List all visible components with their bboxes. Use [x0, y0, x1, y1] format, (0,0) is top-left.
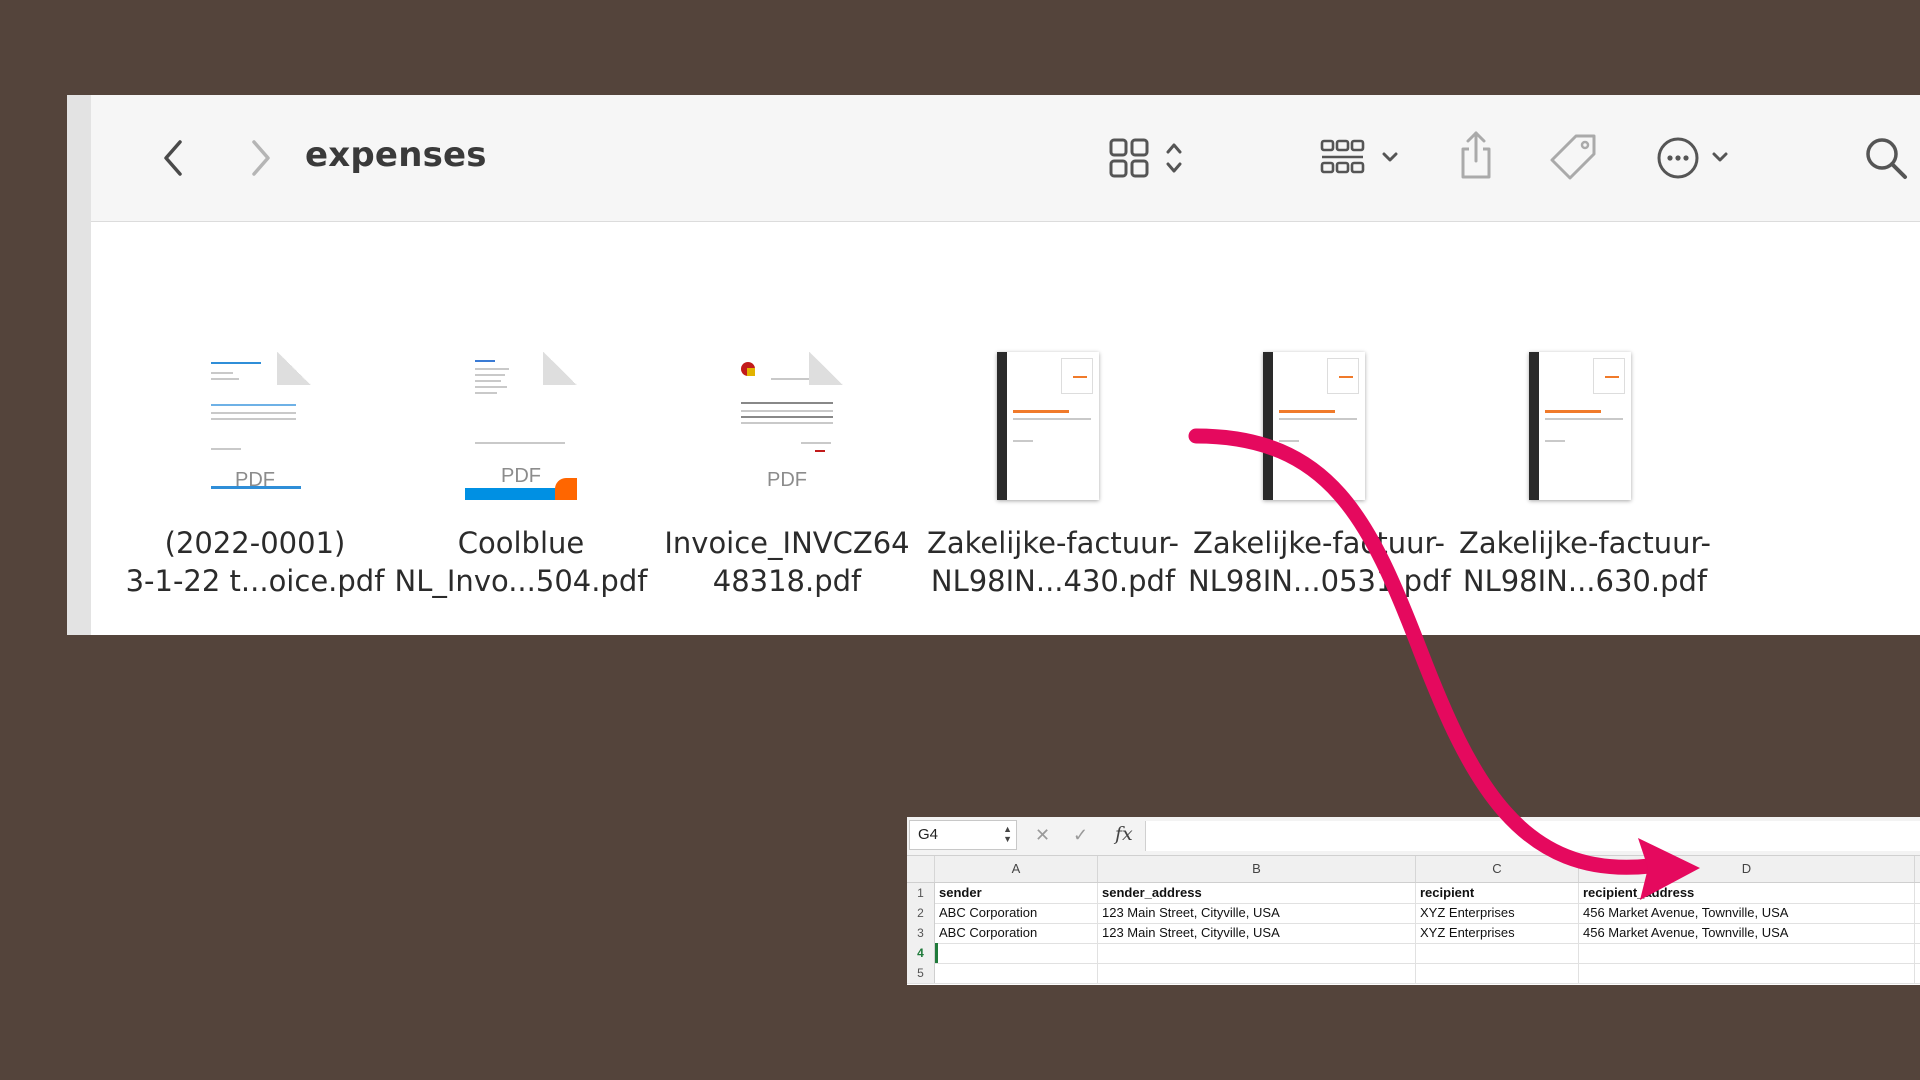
row-header[interactable]: 2	[907, 903, 935, 923]
sheet-cell[interactable]	[935, 963, 1098, 983]
sheet-cell[interactable]: 123 Main Street, Cityville, USA	[1098, 903, 1416, 923]
sheet-cell[interactable]: recipient_address	[1579, 883, 1915, 903]
sheet-cell[interactable]: 456 Market Avenue, Townville, USA	[1579, 923, 1915, 943]
tag-button[interactable]	[1546, 129, 1600, 185]
sheet-cell[interactable]	[1098, 963, 1416, 983]
sheet-cell[interactable]	[1416, 963, 1579, 983]
pdf-thumbnail	[1188, 352, 1450, 502]
x-icon[interactable]: ✕	[1035, 825, 1050, 846]
search-icon	[1866, 138, 1907, 179]
sheet-cell[interactable]	[1098, 943, 1416, 963]
row-header[interactable]: 4	[907, 943, 935, 963]
finder-toolbar: expenses	[91, 95, 1920, 222]
name-box-stepper-icon[interactable]: ▲ ▼	[1003, 824, 1012, 844]
table-row: 5	[907, 963, 1920, 984]
sheet-cell[interactable]	[1579, 963, 1915, 983]
chevron-right-icon	[252, 140, 270, 176]
file-name: Zakelijke-factuur- NL98IN...630.pdf	[1458, 526, 1712, 598]
column-header-b[interactable]: B	[1098, 856, 1416, 882]
search-button[interactable]	[1861, 131, 1911, 185]
file-name: Coolblue NL_Invo...504.pdf	[394, 526, 648, 598]
formula-input[interactable]	[1145, 821, 1920, 851]
sheet-cell[interactable]: 123 Main Street, Cityville, USA	[1098, 923, 1416, 943]
cell-reference: G4	[918, 826, 939, 843]
icon-grid-icon	[1109, 138, 1182, 178]
table-row: 2 ABC Corporation 123 Main Street, Cityvil…	[907, 903, 1920, 924]
file-item[interactable]: PDF (2022-0001) 3-1-22 t...oice.pdf	[124, 352, 386, 600]
back-button[interactable]	[153, 133, 193, 183]
file-name: Zakelijke-factuur- NL98IN...0531.pdf	[1188, 526, 1451, 598]
column-header-a[interactable]: A	[935, 856, 1098, 882]
table-row: 3 ABC Corporation 123 Main Street, Cityvil…	[907, 923, 1920, 944]
file-item[interactable]: PDF Invoice_INVCZ64 48318.pdf	[656, 352, 918, 600]
sidebar-edge	[67, 95, 91, 635]
row-header[interactable]: 3	[907, 923, 935, 943]
table-row: 1 sender sender_address recipient recipient_…	[907, 883, 1920, 904]
share-icon	[1461, 131, 1491, 179]
spreadsheet-window: G4 ▲ ▼ ✕ ✓ fx A B C D 1 sender sender_addre…	[907, 817, 1920, 985]
active-cell-indicator	[935, 943, 938, 963]
row-header[interactable]: 5	[907, 963, 935, 983]
pdf-thumbnail: PDF	[390, 352, 652, 502]
group-by-button[interactable]	[1319, 133, 1409, 183]
view-mode-button[interactable]	[1105, 133, 1195, 183]
pdf-thumbnail	[922, 352, 1184, 502]
folder-title: expenses	[305, 135, 487, 175]
sheet-cell[interactable]: 456 Market Avenue, Townville, USA	[1579, 903, 1915, 923]
sheet-cell[interactable]: sender	[935, 883, 1098, 903]
sheet-cell[interactable]: XYZ Enterprises	[1416, 923, 1579, 943]
row-header[interactable]: 1	[907, 883, 935, 903]
sheet-cell[interactable]: ABC Corporation	[935, 923, 1098, 943]
file-item[interactable]: PDF Coolblue NL_Invo...504.pdf	[390, 352, 652, 600]
formula-bar: G4 ▲ ▼ ✕ ✓ fx	[907, 817, 1920, 856]
more-actions-button[interactable]	[1654, 133, 1744, 183]
sheet-cell[interactable]	[1579, 943, 1915, 963]
file-name: Invoice_INVCZ64 48318.pdf	[664, 526, 910, 598]
share-button[interactable]	[1451, 125, 1501, 185]
sheet-cell[interactable]: XYZ Enterprises	[1416, 903, 1579, 923]
forward-button[interactable]	[241, 133, 281, 183]
checkmark-icon[interactable]: ✓	[1073, 825, 1088, 846]
column-headers: A B C D	[907, 856, 1920, 883]
pdf-thumbnail: PDF	[124, 352, 386, 502]
file-name: Zakelijke-factuur- NL98IN...430.pdf	[926, 526, 1180, 598]
name-box[interactable]: G4 ▲ ▼	[909, 820, 1017, 850]
table-row: 4	[907, 943, 1920, 964]
column-header-d[interactable]: D	[1579, 856, 1915, 882]
group-by-icon	[1320, 139, 1398, 174]
ellipsis-circle-icon	[1657, 137, 1728, 179]
sheet-cell[interactable]: recipient	[1416, 883, 1579, 903]
pdf-thumbnail: PDF	[656, 352, 918, 502]
file-item[interactable]: Zakelijke-factuur- NL98IN...430.pdf	[922, 352, 1184, 600]
file-name: (2022-0001) 3-1-22 t...oice.pdf	[125, 526, 385, 598]
file-item[interactable]: Zakelijke-factuur- NL98IN...630.pdf	[1454, 352, 1716, 600]
sheet-cell[interactable]: ABC Corporation	[935, 903, 1098, 923]
column-header-c[interactable]: C	[1416, 856, 1579, 882]
tag-icon	[1550, 134, 1596, 180]
select-all-corner[interactable]	[907, 856, 935, 882]
file-item[interactable]: Zakelijke-factuur- NL98IN...0531.pdf	[1188, 352, 1451, 600]
sheet-cell[interactable]: sender_address	[1098, 883, 1416, 903]
file-grid: PDF (2022-0001) 3-1-22 t...oice.pdf PDF …	[91, 222, 1920, 635]
fx-icon[interactable]: fx	[1115, 823, 1133, 845]
sheet-cell[interactable]	[935, 943, 1098, 963]
sheet-cell[interactable]	[1416, 943, 1579, 963]
chevron-left-icon	[164, 140, 182, 176]
finder-window: expenses PDF (2022-0001) 3-1-22 t...oice…	[67, 95, 1920, 635]
pdf-thumbnail	[1454, 352, 1716, 502]
